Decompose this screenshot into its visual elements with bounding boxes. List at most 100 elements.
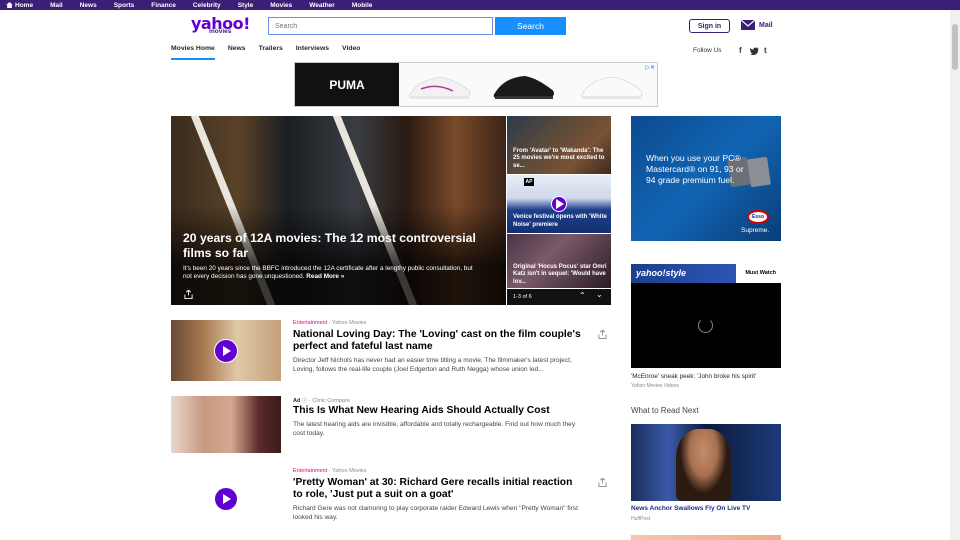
story-title[interactable]: National Loving Day: The 'Loving' cast o… — [293, 329, 583, 353]
follow-us-label: Follow Us — [693, 47, 722, 54]
topnav-mail[interactable]: Mail — [50, 2, 63, 9]
scrollbar-thumb[interactable] — [952, 24, 958, 70]
chevron-down-icon[interactable]: ⌄ — [596, 290, 603, 299]
carousel-pager: 1-3 of 6 ⌃ ⌄ — [507, 289, 611, 305]
story-title[interactable]: This Is What New Hearing Aids Should Act… — [293, 405, 583, 417]
news-anchor-caption[interactable]: News Anchor Swallows Fly On Live TV — [631, 505, 750, 512]
topnav-weather[interactable]: Weather — [309, 2, 335, 9]
side-story[interactable]: Original 'Hocus Pocus' star Omri Katz is… — [507, 234, 611, 288]
search-input[interactable] — [268, 17, 493, 35]
card-graphic — [747, 156, 771, 188]
story-thumbnail[interactable] — [171, 320, 281, 381]
list-item[interactable]: Entertainment · Yahoo Movies 'Pretty Wom… — [171, 468, 611, 540]
tab-trailers[interactable]: Trailers — [259, 45, 283, 60]
what-to-read-heading: What to Read Next — [631, 406, 699, 415]
style-video-player[interactable]: yahoo!style Must Watch — [631, 264, 781, 368]
shoe-white-icon — [581, 76, 643, 99]
mail-link[interactable]: Mail — [741, 20, 773, 30]
esso-ad[interactable]: When you use your PC® Mastercard® on 91,… — [631, 116, 781, 241]
shoe-black-icon — [493, 76, 554, 99]
news-anchor-image[interactable] — [631, 424, 781, 501]
topnav-style[interactable]: Style — [238, 2, 254, 9]
hero-title[interactable]: 20 years of 12A movies: The 12 most cont… — [183, 231, 503, 261]
mail-label: Mail — [759, 21, 773, 29]
story-category: Entertainment · Yahoo Movies — [293, 468, 367, 474]
loading-spinner-icon — [698, 318, 713, 333]
play-icon[interactable] — [214, 339, 238, 363]
hero-description: It's been 20 years since the BBFC introd… — [183, 265, 483, 282]
hero-story[interactable]: 20 years of 12A movies: The 12 most cont… — [171, 116, 506, 305]
tab-interviews[interactable]: Interviews — [296, 45, 329, 60]
play-icon[interactable] — [551, 196, 567, 212]
share-icon[interactable] — [598, 478, 607, 487]
top-ad-banner[interactable]: PUMA ▷✕ — [294, 62, 658, 107]
style-video-source: Yahoo Movies Videos — [631, 383, 679, 389]
anchor-figure — [676, 429, 731, 501]
sign-in-button[interactable]: Sign in — [689, 19, 730, 33]
topnav-news[interactable]: News — [80, 2, 97, 9]
ad-label: Ad — [293, 398, 301, 404]
hero-read-more[interactable]: Read More » — [306, 273, 344, 280]
tumblr-icon[interactable]: t — [764, 46, 767, 55]
category-label: Entertainment — [293, 320, 328, 326]
side-story-caption: From 'Avatar' to 'Wakanda': The 25 movie… — [513, 147, 605, 169]
side-stories: From 'Avatar' to 'Wakanda': The 25 movie… — [507, 116, 611, 305]
twitter-icon[interactable] — [750, 47, 759, 55]
side-story[interactable]: AP Venice festival opens with 'White Noi… — [507, 175, 611, 233]
yahoo-movies-logo[interactable]: yahoo! movies — [191, 16, 250, 35]
tab-video[interactable]: Video — [342, 45, 360, 60]
share-icon[interactable] — [184, 290, 193, 299]
ad-close-icon[interactable]: ▷✕ — [645, 64, 655, 71]
side-story-caption: Venice festival opens with 'White Noise'… — [513, 214, 607, 228]
topnav-finance[interactable]: Finance — [151, 2, 176, 9]
ap-badge: AP — [524, 178, 534, 186]
topnav-home-label: Home — [15, 1, 34, 9]
logo-sub: movies — [209, 28, 232, 35]
topnav-home[interactable]: Home — [6, 2, 33, 9]
story-thumbnail[interactable] — [171, 468, 281, 529]
tab-movies-home[interactable]: Movies Home — [171, 45, 215, 60]
story-source: Yahoo Movies — [332, 468, 367, 474]
page-scrollbar[interactable] — [950, 10, 960, 540]
esso-logo: Esso — [747, 210, 769, 224]
story-description: Richard Gere was not clamoring to play c… — [293, 505, 578, 521]
search-button[interactable]: Search — [495, 17, 566, 35]
story-thumbnail[interactable] — [171, 396, 281, 453]
story-description: Director Jeff Nichols has never had an e… — [293, 357, 572, 373]
section-nav: Movies Home News Trailers Interviews Vid… — [171, 45, 373, 60]
style-video-caption[interactable]: 'McEnroe' sneak peek: 'John broke his sp… — [631, 373, 756, 380]
topnav-celebrity[interactable]: Celebrity — [193, 2, 221, 9]
side-story[interactable]: From 'Avatar' to 'Wakanda': The 25 movie… — [507, 116, 611, 174]
category-label: Entertainment — [293, 468, 328, 474]
story-description: The latest hearing aids are invisible, a… — [293, 421, 576, 437]
next-story-image[interactable] — [631, 535, 781, 540]
home-icon — [6, 2, 13, 8]
tab-news[interactable]: News — [228, 45, 246, 60]
topnav-movies[interactable]: Movies — [270, 2, 292, 9]
topnav-sports[interactable]: Sports — [114, 2, 135, 9]
topnav-mobile[interactable]: Mobile — [352, 2, 373, 9]
chevron-up-icon[interactable]: ⌃ — [579, 291, 586, 300]
pager-label: 1-3 of 6 — [513, 294, 532, 300]
story-category: Entertainment · Yahoo Movies — [293, 320, 367, 326]
ad-info-icon[interactable]: ⓘ — [302, 398, 308, 404]
story-source: Clinic Compare — [312, 398, 350, 404]
story-title[interactable]: 'Pretty Woman' at 30: Richard Gere recal… — [293, 477, 583, 501]
style-label: yahoo!style — [636, 268, 687, 278]
share-icon[interactable] — [598, 330, 607, 339]
list-item[interactable]: Entertainment · Yahoo Movies National Lo… — [171, 320, 611, 384]
style-header: yahoo!style Must Watch — [631, 264, 781, 283]
story-category: Ad ⓘ · Clinic Compare — [293, 398, 350, 404]
mail-icon — [741, 20, 755, 30]
esso-ad-text: When you use your PC® Mastercard® on 91,… — [646, 153, 744, 185]
ad-brand: PUMA — [329, 77, 365, 92]
list-item[interactable]: Ad ⓘ · Clinic Compare This Is What New H… — [171, 396, 611, 456]
top-nav-bar: Home Mail News Sports Finance Celebrity … — [0, 0, 960, 10]
esso-tagline: Supreme. — [741, 227, 770, 234]
news-anchor-source: HuffPost — [631, 516, 651, 522]
facebook-icon[interactable]: f — [739, 46, 742, 55]
shoe-white-pink-icon — [409, 76, 471, 99]
side-story-caption: Original 'Hocus Pocus' star Omri Katz is… — [513, 263, 607, 285]
play-icon[interactable] — [214, 487, 238, 511]
puma-logo: PUMA — [295, 63, 399, 106]
